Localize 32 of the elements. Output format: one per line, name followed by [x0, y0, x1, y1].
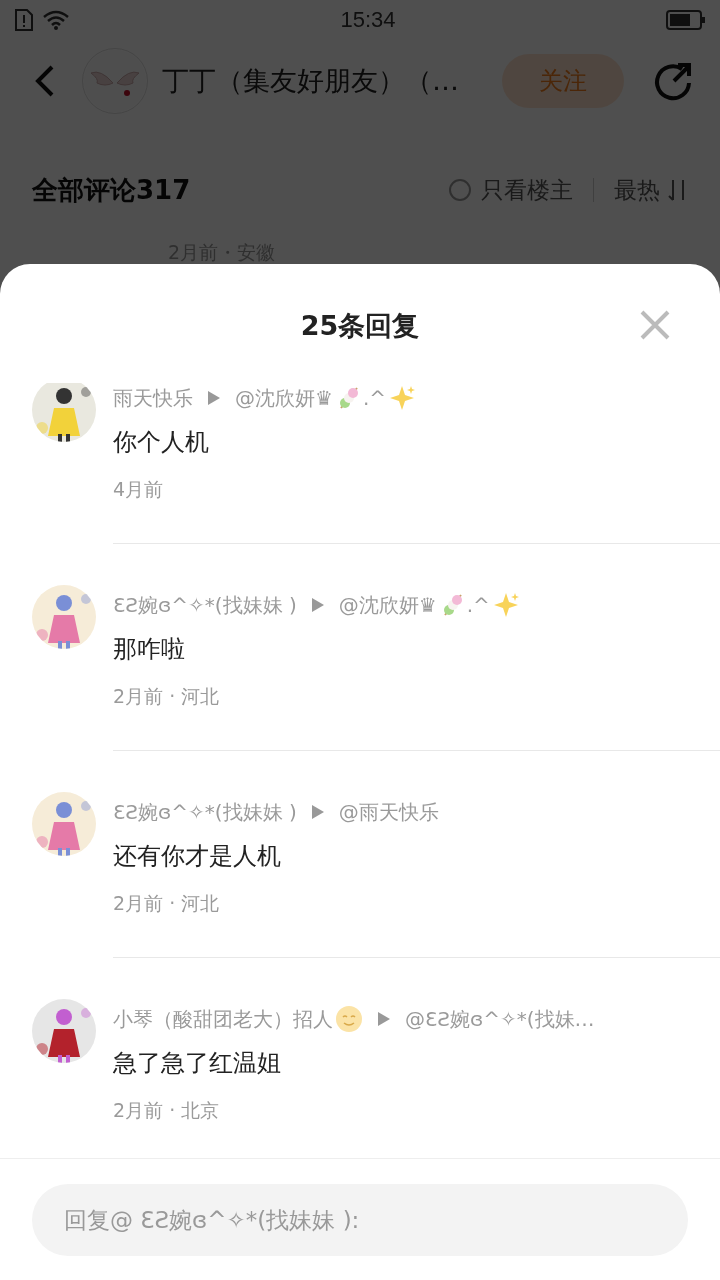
reply-target[interactable]: @ƐƧ婉ɞ^✧*(找妹… [405, 1005, 595, 1033]
reply-target[interactable]: @沈欣妍♛ [235, 384, 333, 412]
reply-author[interactable]: 雨天快乐 [113, 384, 193, 412]
sheet-title: 25条回复 [300, 309, 420, 343]
reply-author[interactable]: ƐƧ婉ɞ^✧*(找妹妹 ) [113, 798, 297, 826]
comments-title: 全部评论317 [32, 173, 192, 207]
sim-icon [14, 9, 34, 31]
reply-meta: 4月前 [113, 477, 165, 502]
reply-meta: 2月前 · 河北 [113, 684, 221, 709]
reply-text: 急了急了红温姐 [113, 1048, 282, 1079]
reply-author[interactable]: ƐƧ婉ɞ^✧*(找妹妹 ) [113, 591, 297, 619]
reply-text: 那咋啦 [113, 634, 186, 665]
reply-arrow-icon [310, 597, 325, 613]
reply-target[interactable]: @雨天快乐 [338, 798, 439, 826]
reply-meta: 2月前 · 北京 [113, 1098, 221, 1123]
reply-target[interactable]: @沈欣妍♛ [338, 591, 437, 619]
close-button[interactable] [638, 308, 672, 342]
reply-meta: 2月前 · 河北 [113, 891, 221, 916]
reply-text: 你个人机 [113, 427, 210, 458]
status-time: 15:34 [340, 7, 396, 33]
reply-text: 还有你才是人机 [113, 841, 282, 872]
wifi-icon [42, 9, 70, 31]
reply-arrow-icon [377, 1011, 391, 1027]
reply-target[interactable]: .^ [362, 386, 387, 410]
reply-target[interactable]: .^ [466, 593, 490, 617]
reply-field[interactable]: 回复@ ƐƧ婉ɞ^✧*(找妹妹 ): [32, 1184, 688, 1256]
reply-arrow-icon [207, 390, 221, 406]
reply-author[interactable]: 小琴（酸甜团老大）招人 [113, 1005, 333, 1033]
smiley-icon [335, 1005, 363, 1033]
post-title: 丁丁（集友好朋友）（… [162, 64, 460, 98]
battery-icon [666, 10, 706, 30]
reply-arrow-icon [310, 804, 325, 820]
